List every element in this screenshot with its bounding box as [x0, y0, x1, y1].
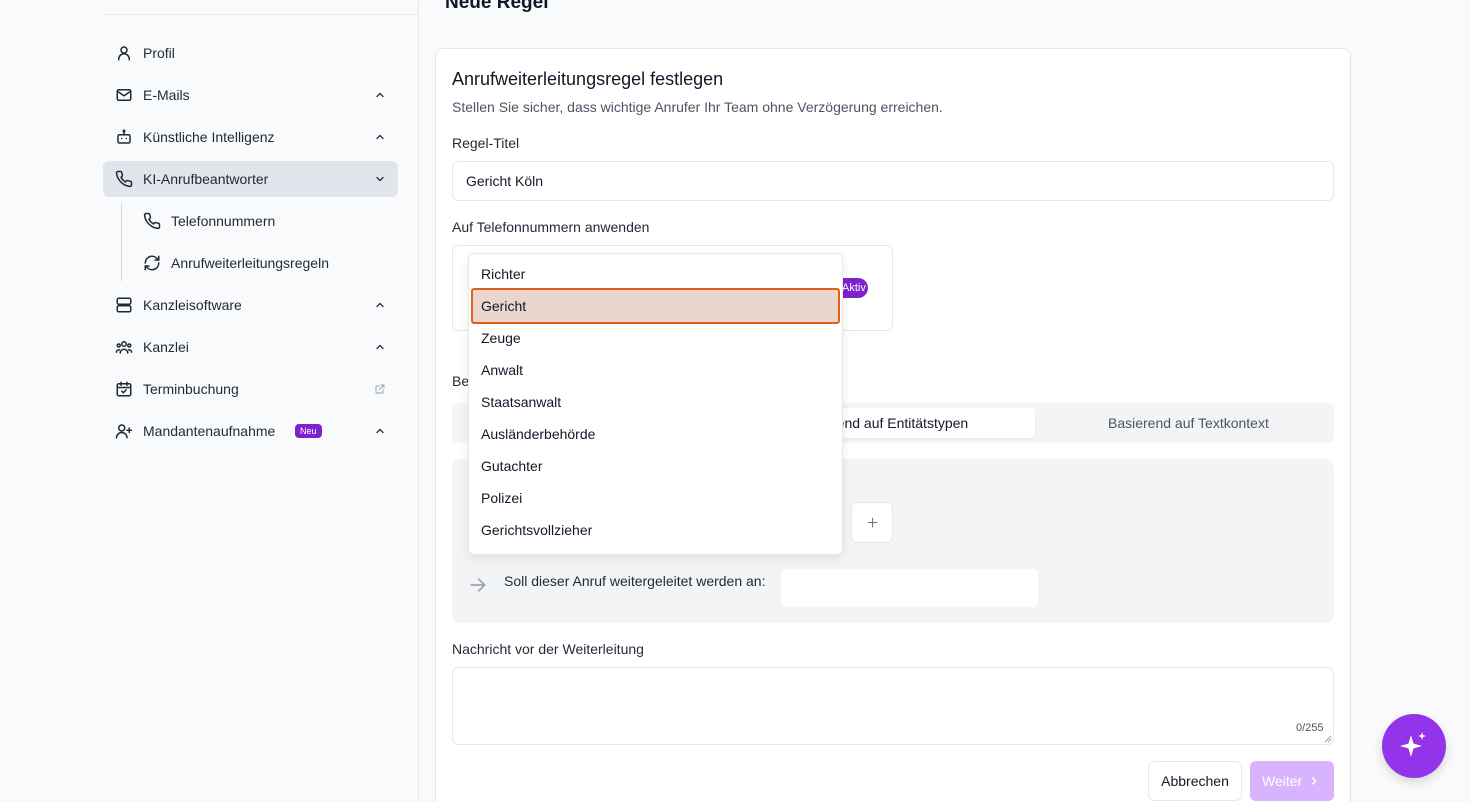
sidebar-item-label: Profil [143, 45, 175, 61]
dropdown-option[interactable]: Ausländerbehörde [481, 426, 595, 442]
dropdown-option[interactable]: Gerichtsvollzieher [481, 522, 592, 538]
tab-text-context[interactable]: Basierend auf Textkontext [1108, 415, 1269, 431]
character-counter: 0/255 [1296, 722, 1324, 734]
dropdown-option[interactable]: Anwalt [481, 362, 523, 378]
sidebar-item-kanzleisoftware[interactable]: Kanzleisoftware [103, 287, 398, 323]
sidebar-divider [103, 14, 418, 15]
dropdown-option-selected[interactable]: Gericht [481, 298, 526, 314]
resize-handle-icon[interactable] [1322, 733, 1332, 743]
sidebar-subitem-telefonnummern[interactable]: Telefonnummern [131, 203, 398, 239]
add-entity-button[interactable] [851, 502, 893, 543]
mail-icon [115, 86, 133, 104]
card-title: Anrufweiterleitungsregel festlegen [452, 69, 724, 89]
chevron-up-icon [374, 299, 386, 311]
submenu-line [121, 203, 122, 281]
sidebar-item-emails[interactable]: E-Mails [103, 77, 398, 113]
bot-icon [115, 128, 133, 146]
rule-title-input[interactable]: Gericht Köln [452, 161, 1334, 201]
phone-icon [143, 212, 161, 230]
sidebar-item-label: Künstliche Intelligenz [143, 129, 275, 145]
sidebar-item-label: E-Mails [143, 87, 190, 103]
chevron-up-icon [374, 131, 386, 143]
next-button[interactable]: Weiter [1250, 761, 1334, 801]
sidebar-item-label: KI-Anrufbeantworter [143, 171, 269, 187]
sidebar-item-terminbuchung[interactable]: Terminbuchung [103, 371, 398, 407]
sidebar-item-label: Kanzleisoftware [143, 297, 242, 313]
phones-label: Auf Telefonnummern anwenden [452, 219, 650, 235]
sidebar-item-kuenstliche-intelligenz[interactable]: Künstliche Intelligenz [103, 119, 398, 155]
tab-entity-types-label: rend auf Entitätstypen [832, 415, 969, 431]
sparkle-icon [1400, 732, 1426, 757]
sidebar-subitem-anrufweiterleitungsregeln[interactable]: Anrufweiterleitungsregeln [131, 245, 398, 281]
dropdown-option[interactable]: Staatsanwalt [481, 394, 561, 410]
dropdown-option[interactable]: Zeuge [481, 330, 521, 346]
external-link-icon [374, 383, 386, 395]
sidebar-item-label: Terminbuchung [143, 381, 239, 397]
condition-label: Be [452, 373, 470, 389]
sidebar-item-label: Mandantenaufnahme [143, 423, 276, 439]
sidebar-item-kanzlei[interactable]: Kanzlei [103, 329, 398, 365]
sidebar-item-mandantenaufnahme[interactable]: Mandantenaufnahme Neu [103, 413, 398, 449]
message-textarea[interactable] [452, 667, 1334, 745]
chevron-down-icon [374, 173, 386, 185]
users-icon [115, 338, 133, 356]
new-badge: Neu [295, 424, 322, 438]
forward-target-select[interactable] [781, 569, 1038, 607]
sidebar: Profil E-Mails Künstliche Intelligenz KI… [0, 0, 419, 802]
sidebar-item-label: Kanzlei [143, 339, 189, 355]
sidebar-subitem-label: Anrufweiterleitungsregeln [171, 255, 329, 271]
forward-question: Soll dieser Anruf weitergeleitet werden … [504, 573, 766, 589]
sidebar-subitem-label: Telefonnummern [171, 213, 276, 229]
chevron-up-icon [374, 425, 386, 437]
user-plus-icon [115, 422, 133, 440]
chevron-up-icon [374, 89, 386, 101]
rule-title-label: Regel-Titel [452, 135, 520, 151]
page-title: Neue Regel [445, 0, 549, 13]
card-subtitle: Stellen Sie sicher, dass wichtige Anrufe… [452, 99, 943, 115]
plus-icon [867, 517, 878, 528]
dropdown-option[interactable]: Polizei [481, 490, 522, 506]
dropdown-option[interactable]: Gutachter [481, 458, 542, 474]
user-icon [115, 44, 133, 62]
sidebar-item-profil[interactable]: Profil [103, 35, 398, 71]
cancel-button[interactable]: Abbrechen [1148, 761, 1242, 801]
message-label: Nachricht vor der Weiterleitung [452, 641, 644, 657]
phone-icon [115, 170, 133, 188]
ai-assistant-button[interactable] [1382, 714, 1446, 778]
arrow-right-icon [468, 575, 488, 595]
chevron-right-icon [1311, 777, 1317, 785]
calendar-check-icon [115, 380, 133, 398]
next-button-label: Weiter [1262, 773, 1303, 789]
sidebar-item-ki-anrufbeantworter[interactable]: KI-Anrufbeantworter [103, 161, 398, 197]
refresh-icon [143, 254, 161, 272]
dropdown-highlight [471, 288, 840, 324]
dropdown-option[interactable]: Richter [481, 266, 525, 282]
chevron-up-icon [374, 341, 386, 353]
server-icon [115, 296, 133, 314]
